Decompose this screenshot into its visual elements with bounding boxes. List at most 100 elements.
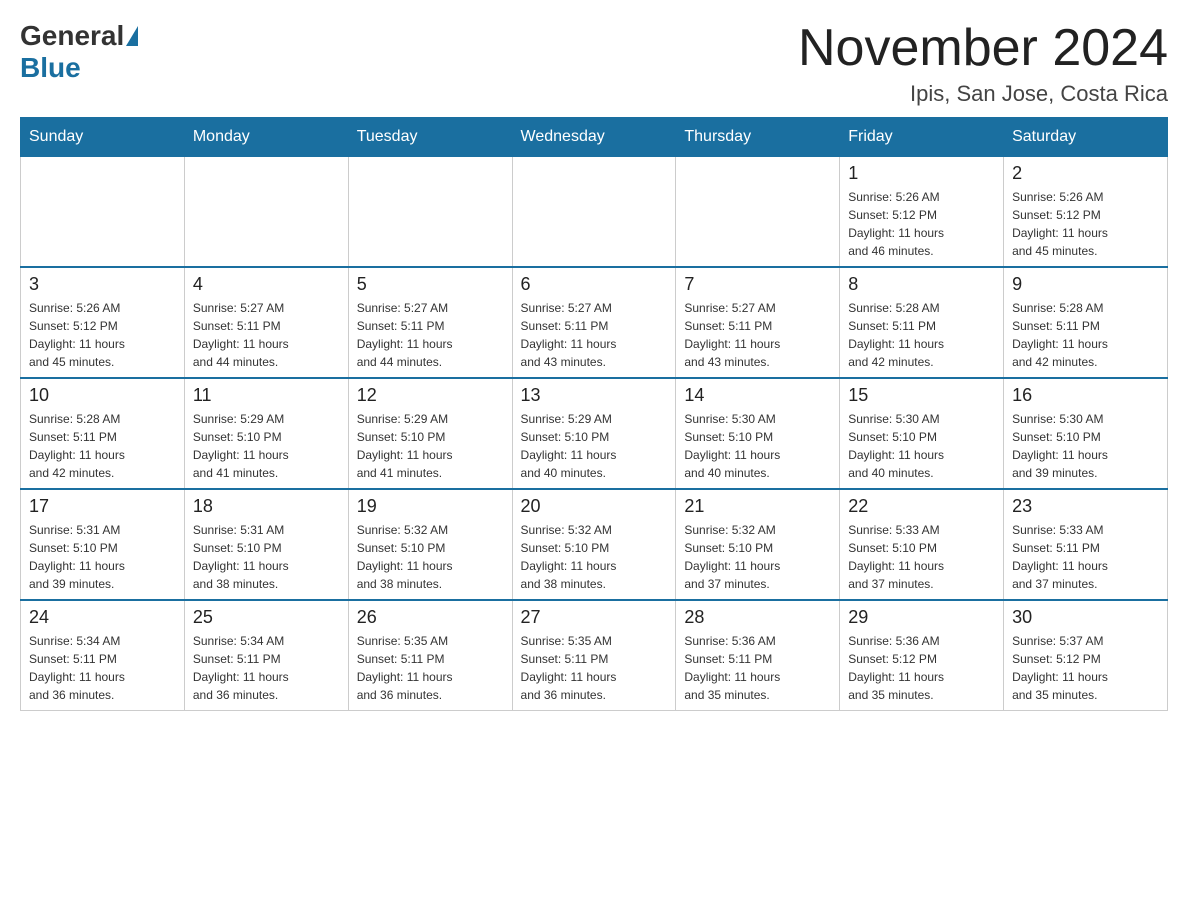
calendar-cell bbox=[512, 157, 676, 268]
location-subtitle: Ipis, San Jose, Costa Rica bbox=[798, 81, 1168, 107]
calendar-cell: 22 Sunrise: 5:33 AM Sunset: 5:10 PM Dayli… bbox=[840, 489, 1004, 600]
calendar-cell: 13 Sunrise: 5:29 AM Sunset: 5:10 PM Dayli… bbox=[512, 378, 676, 489]
calendar-cell: 28 Sunrise: 5:36 AM Sunset: 5:11 PM Dayli… bbox=[676, 600, 840, 711]
day-info: Sunrise: 5:28 AM Sunset: 5:11 PM Dayligh… bbox=[848, 299, 995, 371]
day-number: 8 bbox=[848, 274, 995, 295]
calendar-week-row: 1 Sunrise: 5:26 AM Sunset: 5:12 PM Daylig… bbox=[21, 157, 1168, 268]
calendar-cell: 29 Sunrise: 5:36 AM Sunset: 5:12 PM Dayli… bbox=[840, 600, 1004, 711]
calendar-cell: 14 Sunrise: 5:30 AM Sunset: 5:10 PM Dayli… bbox=[676, 378, 840, 489]
calendar-cell: 1 Sunrise: 5:26 AM Sunset: 5:12 PM Daylig… bbox=[840, 157, 1004, 268]
calendar-cell: 4 Sunrise: 5:27 AM Sunset: 5:11 PM Daylig… bbox=[184, 267, 348, 378]
day-info: Sunrise: 5:27 AM Sunset: 5:11 PM Dayligh… bbox=[357, 299, 504, 371]
calendar-cell: 12Sunrise: 5:29 AM Sunset: 5:10 PM Dayli… bbox=[348, 378, 512, 489]
calendar-cell: 8 Sunrise: 5:28 AM Sunset: 5:11 PM Daylig… bbox=[840, 267, 1004, 378]
day-number: 5 bbox=[357, 274, 504, 295]
day-number: 3 bbox=[29, 274, 176, 295]
day-header-monday: Monday bbox=[184, 118, 348, 157]
calendar-cell: 6Sunrise: 5:27 AM Sunset: 5:11 PM Daylig… bbox=[512, 267, 676, 378]
calendar-cell: 2 Sunrise: 5:26 AM Sunset: 5:12 PM Daylig… bbox=[1004, 157, 1168, 268]
day-number: 29 bbox=[848, 607, 995, 628]
day-info: Sunrise: 5:36 AM Sunset: 5:11 PM Dayligh… bbox=[684, 632, 831, 704]
day-info: Sunrise: 5:33 AM Sunset: 5:10 PM Dayligh… bbox=[848, 521, 995, 593]
day-number: 26 bbox=[357, 607, 504, 628]
calendar-cell: 19 Sunrise: 5:32 AM Sunset: 5:10 PM Dayli… bbox=[348, 489, 512, 600]
day-info: Sunrise: 5:27 AM Sunset: 5:11 PM Dayligh… bbox=[684, 299, 831, 371]
calendar-cell: 10 Sunrise: 5:28 AM Sunset: 5:11 PM Dayli… bbox=[21, 378, 185, 489]
day-number: 9 bbox=[1012, 274, 1159, 295]
day-number: 28 bbox=[684, 607, 831, 628]
calendar-cell: 11Sunrise: 5:29 AM Sunset: 5:10 PM Dayli… bbox=[184, 378, 348, 489]
day-header-thursday: Thursday bbox=[676, 118, 840, 157]
day-info: Sunrise: 5:28 AM Sunset: 5:11 PM Dayligh… bbox=[1012, 299, 1159, 371]
day-info: Sunrise: 5:32 AM Sunset: 5:10 PM Dayligh… bbox=[684, 521, 831, 593]
calendar-cell: 16Sunrise: 5:30 AM Sunset: 5:10 PM Dayli… bbox=[1004, 378, 1168, 489]
calendar-cell: 26 Sunrise: 5:35 AM Sunset: 5:11 PM Dayli… bbox=[348, 600, 512, 711]
day-number: 10 bbox=[29, 385, 176, 406]
logo-triangle-icon bbox=[126, 26, 138, 46]
calendar-cell: 23 Sunrise: 5:33 AM Sunset: 5:11 PM Dayli… bbox=[1004, 489, 1168, 600]
day-info: Sunrise: 5:26 AM Sunset: 5:12 PM Dayligh… bbox=[1012, 188, 1159, 260]
calendar-cell bbox=[21, 157, 185, 268]
day-info: Sunrise: 5:31 AM Sunset: 5:10 PM Dayligh… bbox=[193, 521, 340, 593]
calendar-table: SundayMondayTuesdayWednesdayThursdayFrid… bbox=[20, 117, 1168, 711]
day-info: Sunrise: 5:35 AM Sunset: 5:11 PM Dayligh… bbox=[357, 632, 504, 704]
calendar-week-row: 17 Sunrise: 5:31 AM Sunset: 5:10 PM Dayli… bbox=[21, 489, 1168, 600]
day-number: 1 bbox=[848, 163, 995, 184]
calendar-cell: 17 Sunrise: 5:31 AM Sunset: 5:10 PM Dayli… bbox=[21, 489, 185, 600]
calendar-cell bbox=[184, 157, 348, 268]
day-info: Sunrise: 5:37 AM Sunset: 5:12 PM Dayligh… bbox=[1012, 632, 1159, 704]
day-info: Sunrise: 5:33 AM Sunset: 5:11 PM Dayligh… bbox=[1012, 521, 1159, 593]
day-number: 2 bbox=[1012, 163, 1159, 184]
day-info: Sunrise: 5:35 AM Sunset: 5:11 PM Dayligh… bbox=[521, 632, 668, 704]
day-number: 23 bbox=[1012, 496, 1159, 517]
logo: General bbox=[20, 20, 140, 52]
logo-blue-text: Blue bbox=[20, 52, 81, 84]
day-info: Sunrise: 5:29 AM Sunset: 5:10 PM Dayligh… bbox=[193, 410, 340, 482]
day-info: Sunrise: 5:34 AM Sunset: 5:11 PM Dayligh… bbox=[193, 632, 340, 704]
day-number: 25 bbox=[193, 607, 340, 628]
day-info: Sunrise: 5:36 AM Sunset: 5:12 PM Dayligh… bbox=[848, 632, 995, 704]
day-number: 30 bbox=[1012, 607, 1159, 628]
calendar-week-row: 3 Sunrise: 5:26 AM Sunset: 5:12 PM Daylig… bbox=[21, 267, 1168, 378]
day-info: Sunrise: 5:30 AM Sunset: 5:10 PM Dayligh… bbox=[684, 410, 831, 482]
calendar-header-row: SundayMondayTuesdayWednesdayThursdayFrid… bbox=[21, 118, 1168, 157]
month-title: November 2024 bbox=[798, 20, 1168, 77]
calendar-cell: 9 Sunrise: 5:28 AM Sunset: 5:11 PM Daylig… bbox=[1004, 267, 1168, 378]
day-number: 7 bbox=[684, 274, 831, 295]
day-number: 14 bbox=[684, 385, 831, 406]
day-number: 12 bbox=[357, 385, 504, 406]
day-number: 15 bbox=[848, 385, 995, 406]
day-info: Sunrise: 5:31 AM Sunset: 5:10 PM Dayligh… bbox=[29, 521, 176, 593]
calendar-cell: 27 Sunrise: 5:35 AM Sunset: 5:11 PM Dayli… bbox=[512, 600, 676, 711]
day-info: Sunrise: 5:29 AM Sunset: 5:10 PM Dayligh… bbox=[521, 410, 668, 482]
day-info: Sunrise: 5:34 AM Sunset: 5:11 PM Dayligh… bbox=[29, 632, 176, 704]
day-number: 27 bbox=[521, 607, 668, 628]
day-info: Sunrise: 5:28 AM Sunset: 5:11 PM Dayligh… bbox=[29, 410, 176, 482]
day-number: 6 bbox=[521, 274, 668, 295]
day-number: 13 bbox=[521, 385, 668, 406]
day-info: Sunrise: 5:27 AM Sunset: 5:11 PM Dayligh… bbox=[193, 299, 340, 371]
calendar-week-row: 24 Sunrise: 5:34 AM Sunset: 5:11 PM Dayli… bbox=[21, 600, 1168, 711]
day-number: 17 bbox=[29, 496, 176, 517]
day-info: Sunrise: 5:26 AM Sunset: 5:12 PM Dayligh… bbox=[848, 188, 995, 260]
day-number: 19 bbox=[357, 496, 504, 517]
calendar-cell bbox=[676, 157, 840, 268]
day-info: Sunrise: 5:26 AM Sunset: 5:12 PM Dayligh… bbox=[29, 299, 176, 371]
day-info: Sunrise: 5:32 AM Sunset: 5:10 PM Dayligh… bbox=[357, 521, 504, 593]
calendar-cell: 3 Sunrise: 5:26 AM Sunset: 5:12 PM Daylig… bbox=[21, 267, 185, 378]
title-area: November 2024 Ipis, San Jose, Costa Rica bbox=[798, 20, 1168, 107]
day-number: 22 bbox=[848, 496, 995, 517]
calendar-week-row: 10 Sunrise: 5:28 AM Sunset: 5:11 PM Dayli… bbox=[21, 378, 1168, 489]
day-info: Sunrise: 5:30 AM Sunset: 5:10 PM Dayligh… bbox=[848, 410, 995, 482]
day-header-wednesday: Wednesday bbox=[512, 118, 676, 157]
day-number: 21 bbox=[684, 496, 831, 517]
calendar-cell: 15 Sunrise: 5:30 AM Sunset: 5:10 PM Dayli… bbox=[840, 378, 1004, 489]
calendar-cell: 5 Sunrise: 5:27 AM Sunset: 5:11 PM Daylig… bbox=[348, 267, 512, 378]
day-number: 24 bbox=[29, 607, 176, 628]
logo-area: General Blue bbox=[20, 20, 140, 84]
calendar-cell bbox=[348, 157, 512, 268]
logo-general-text: General bbox=[20, 20, 124, 52]
day-number: 4 bbox=[193, 274, 340, 295]
day-header-sunday: Sunday bbox=[21, 118, 185, 157]
day-info: Sunrise: 5:32 AM Sunset: 5:10 PM Dayligh… bbox=[521, 521, 668, 593]
